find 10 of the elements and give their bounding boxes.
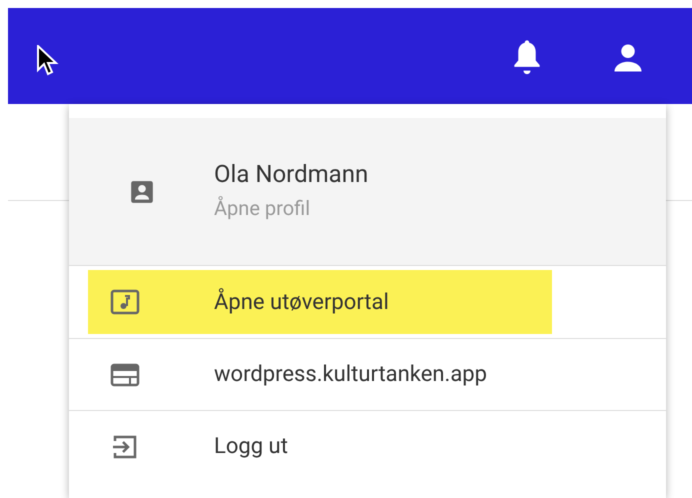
profile-header[interactable]: Ola Nordmann Åpne profil [69,118,666,266]
browser-window-icon [110,362,140,386]
menu-item[interactable]: Logg ut [88,414,552,478]
menu-item[interactable]: Åpne utøverportal [88,270,552,334]
cursor-icon [37,45,59,77]
menu-item[interactable]: wordpress.kulturtanken.app [88,342,552,406]
music-note-icon [110,289,140,315]
contact-card-icon [128,178,154,204]
profile-name: Ola Nordmann [214,158,368,188]
profile-link: Åpne profil [214,194,312,220]
